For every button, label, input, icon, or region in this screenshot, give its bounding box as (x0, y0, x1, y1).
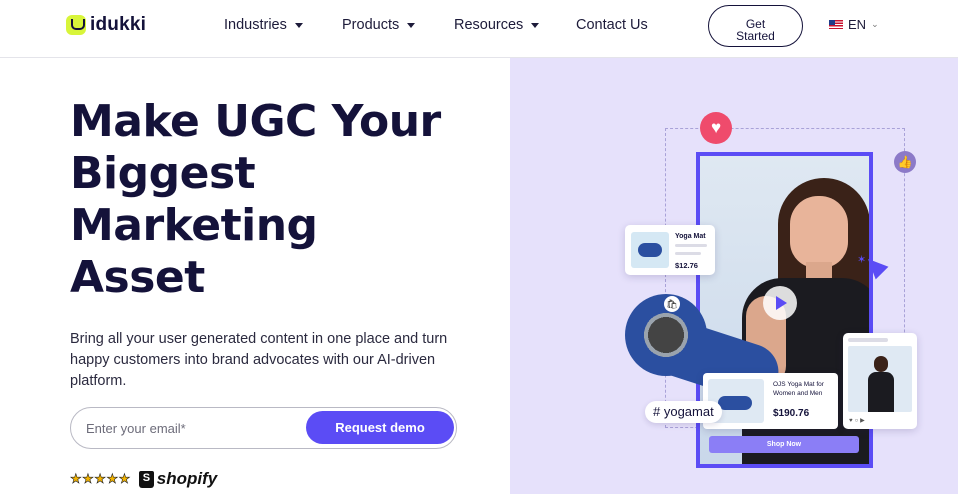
shopping-bag-icon[interactable]: 🛍 (664, 296, 680, 312)
hero-headline: Make UGC Your Biggest Marketing Asset (70, 96, 490, 304)
nav-industries[interactable]: Industries (224, 17, 303, 33)
top-navbar: idukki Industries Products Resources Con… (0, 0, 958, 58)
play-icon[interactable] (763, 286, 797, 320)
caret-down-icon (407, 22, 416, 28)
thumbs-up-icon: 👍 (894, 151, 916, 173)
shopify-bag-icon (138, 470, 154, 488)
star-icon: ★★★★★ (70, 471, 131, 487)
ojs-product-price: $190.76 (773, 408, 810, 419)
hero-subtitle: Bring all your user generated content in… (70, 331, 448, 389)
get-started-button[interactable]: Get Started (708, 5, 803, 47)
demo-request-form: Request demo (70, 407, 457, 449)
shopify-rating: ★★★★★ shopify (70, 469, 218, 489)
post-action-icons: ♥○▶ (849, 418, 867, 424)
product-card-title: Yoga Mat (675, 233, 706, 240)
placeholder-line (675, 252, 701, 255)
shopify-logo: shopify (138, 469, 218, 489)
instagram-post-card[interactable]: ♥○▶ (843, 333, 917, 429)
ojs-product-title: OJS Yoga Mat for Women and Men (773, 381, 824, 397)
hero-illustration: 🛍 Shop Now ♥ 👍 ✶ Yoga Mat $12.76 OJS Yog… (510, 58, 958, 494)
nav-resources-label: Resources (454, 17, 524, 33)
post-photo (848, 346, 912, 412)
email-input[interactable] (86, 418, 296, 438)
ojs-product-card[interactable]: OJS Yoga Mat for Women and Men $190.76 (703, 373, 838, 429)
heart-icon: ♥ (700, 112, 732, 144)
shop-now-button[interactable]: Shop Now (709, 436, 859, 453)
logo-text: idukki (90, 14, 147, 35)
headline-line-3: Marketing (70, 200, 318, 251)
placeholder-line (675, 244, 707, 247)
get-started-line2: Started (736, 29, 775, 43)
headline-line-1: Make UGC Your (70, 96, 441, 147)
woman-face (790, 196, 848, 268)
product-card-price: $12.76 (675, 261, 698, 270)
nav-industries-label: Industries (224, 17, 287, 33)
post-header-line (848, 338, 888, 342)
logo-mark-icon (66, 15, 86, 35)
nav-contact-us[interactable]: Contact Us (576, 17, 648, 33)
headline-line-4: Asset (70, 252, 205, 303)
nav-contact-label: Contact Us (576, 17, 648, 33)
nav-products-label: Products (342, 17, 400, 33)
language-selector[interactable]: EN ⌄ (829, 17, 879, 32)
product-thumbnail (631, 232, 669, 268)
shopify-wordmark: shopify (156, 469, 218, 488)
hashtag-chip: # yogamat (645, 401, 722, 423)
nav-products[interactable]: Products (342, 17, 416, 33)
us-flag-icon (829, 20, 843, 29)
nav-resources[interactable]: Resources (454, 17, 540, 33)
caret-down-icon (294, 22, 303, 28)
chevron-down-icon: ⌄ (871, 19, 879, 29)
request-demo-button[interactable]: Request demo (306, 411, 454, 444)
product-card[interactable]: Yoga Mat $12.76 (625, 225, 715, 275)
headline-line-2: Biggest (70, 148, 256, 199)
caret-down-icon (531, 22, 540, 28)
logo[interactable]: idukki (66, 14, 146, 36)
language-label: EN (848, 17, 867, 32)
